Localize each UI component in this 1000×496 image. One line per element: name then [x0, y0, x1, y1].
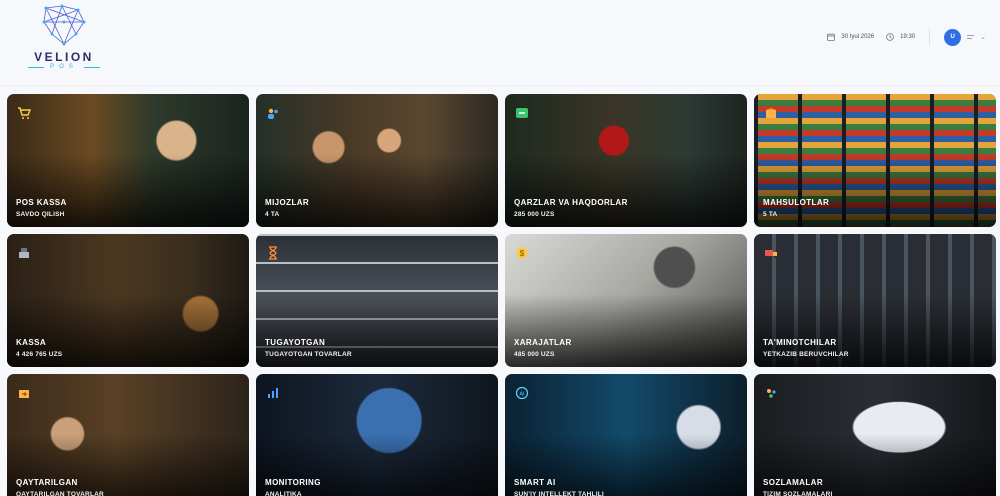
register-icon: [17, 246, 31, 260]
dashboard-card-sozlamalar[interactable]: SOZLAMALAR TIZIM SOZLAMALARI: [754, 374, 996, 496]
truck-icon: [764, 246, 778, 260]
dashboard-card-pos-kassa[interactable]: POS KASSA SAVDO QILISH: [7, 94, 249, 227]
card-subtitle: ANALITIKA: [265, 491, 302, 496]
header-status: 30 Iyul 2026 19:30 U ⌄: [827, 27, 986, 47]
divider: [929, 29, 931, 45]
card-title: QAYTARILGAN: [16, 478, 78, 487]
card-title: SMART AI: [514, 478, 556, 487]
card-title: MIJOZLAR: [265, 198, 310, 207]
debt-icon: [515, 106, 529, 120]
dashboard-card-kassa[interactable]: KASSA 4 426 765 UZS: [7, 234, 249, 367]
card-subtitle: YETKAZIB BERUVCHILAR: [763, 351, 849, 358]
card-title: MONITORING: [265, 478, 321, 487]
card-subtitle: 285 000 UZS: [514, 211, 555, 218]
dashboard-card-monitoring[interactable]: MONITORING ANALITIKA: [256, 374, 498, 496]
card-title: SOZLAMALAR: [763, 478, 823, 487]
user-avatar[interactable]: U: [944, 28, 962, 46]
header-time: 19:30: [900, 34, 916, 40]
user-name-placeholder[interactable]: [967, 35, 975, 39]
card-subtitle: 4 426 765 UZS: [16, 351, 63, 358]
box-icon: [764, 106, 778, 120]
brand-name: VELION: [34, 50, 94, 64]
card-title: TUGAYOTGAN: [265, 338, 326, 347]
dashboard-card-mahsulotlar[interactable]: MAHSULOTLAR 5 TA: [754, 94, 996, 227]
dashboard-card-ta-minotchilar[interactable]: TA'MINOTCHILAR YETKAZIB BERUVCHILAR: [754, 234, 996, 367]
settings-icon: [764, 386, 778, 400]
card-subtitle: SAVDO QILISH: [16, 211, 65, 218]
card-subtitle: TIZIM SOZLAMALARI: [763, 491, 833, 496]
cart-icon: [17, 106, 32, 120]
dashboard-card-qaytarilgan[interactable]: QAYTARILGAN QAYTARILGAN TOVARLAR: [7, 374, 249, 496]
card-subtitle: 4 TA: [265, 211, 280, 218]
header-date: 30 Iyul 2026: [841, 34, 875, 40]
dashboard-card-mijozlar[interactable]: MIJOZLAR 4 TA: [256, 94, 498, 227]
dashboard-card-smart-ai[interactable]: AI SMART AI SUN'IY INTELLEKT TAHLILI: [505, 374, 747, 496]
dashboard-card-qarzlar-va-haqdorlar[interactable]: QARZLAR VA HAQDORLAR 285 000 UZS: [505, 94, 747, 227]
clock-icon: [886, 33, 894, 41]
dashboard-card-tugayotgan[interactable]: TUGAYOTGAN TUGAYOTGAN TOVARLAR: [256, 234, 498, 367]
card-title: MAHSULOTLAR: [763, 198, 830, 207]
return-icon: [17, 386, 31, 400]
card-title: KASSA: [16, 338, 47, 347]
users-icon: [266, 106, 280, 120]
card-title: TA'MINOTCHILAR: [763, 338, 837, 347]
svg-text:$: $: [520, 249, 525, 258]
expense-icon: $: [515, 246, 529, 260]
chevron-down-icon[interactable]: ⌄: [980, 33, 986, 41]
logo-mark-icon: [42, 4, 86, 46]
card-subtitle: 5 TA: [763, 211, 778, 218]
top-header: VELION POS 30 Iyul 2026 19:30 U ⌄: [0, 0, 1000, 86]
chart-icon: [266, 386, 280, 400]
card-subtitle: 485 000 UZS: [514, 351, 555, 358]
card-subtitle: SUN'IY INTELLEKT TAHLILI: [514, 491, 604, 496]
brand-sub: POS: [50, 64, 78, 70]
card-title: POS KASSA: [16, 198, 67, 207]
hourglass-icon: [266, 246, 280, 260]
calendar-icon: [827, 33, 836, 41]
card-subtitle: TUGAYOTGAN TOVARLAR: [265, 351, 352, 358]
card-title: XARAJATLAR: [514, 338, 572, 347]
card-title: QARZLAR VA HAQDORLAR: [514, 198, 628, 207]
brand-logo[interactable]: VELION POS: [26, 4, 102, 72]
dashboard-card-xarajatlar[interactable]: $ XARAJATLAR 485 000 UZS: [505, 234, 747, 367]
ai-icon: AI: [515, 386, 529, 400]
card-subtitle: QAYTARILGAN TOVARLAR: [16, 491, 104, 496]
svg-text:AI: AI: [519, 391, 525, 397]
